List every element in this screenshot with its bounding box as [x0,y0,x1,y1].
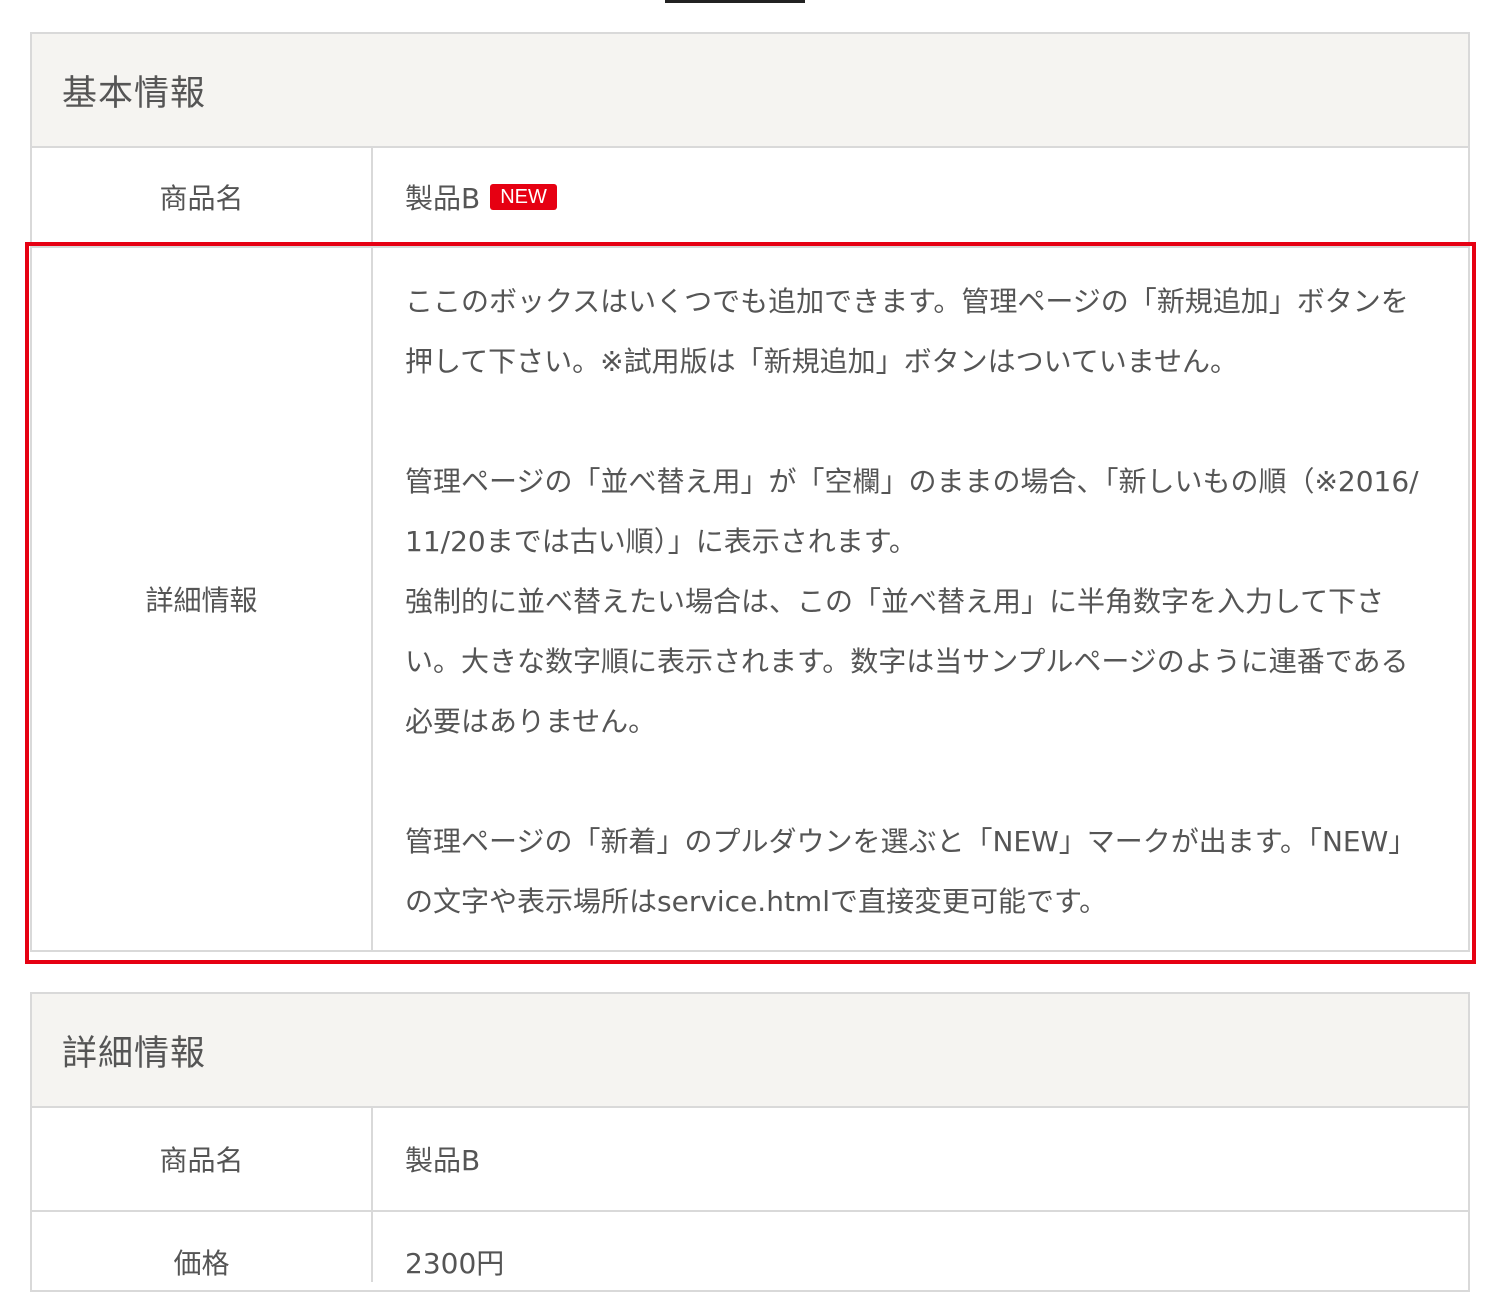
product-name-value: 製品B [405,1144,481,1177]
price-label: 価格 [173,1247,230,1280]
product-name-label: 商品名 [159,1144,244,1177]
new-badge: NEW [490,184,557,210]
detail-paragraph: ここのボックスはいくつでも追加できます。管理ページの「新規追加」ボタンを押して下… [405,285,1409,378]
product-name-row: 商品名 製品B [32,1108,1468,1212]
row-value: 2300円 [373,1212,1468,1282]
detail-row: 詳細情報 ここのボックスはいくつでも追加できます。管理ページの「新規追加」ボタン… [32,248,1468,950]
row-label: 詳細情報 [32,248,373,950]
detail-label: 詳細情報 [145,584,258,617]
basic-info-section: 基本情報 商品名 製品B NEW 詳細情報 ここのボックスはいくつでも追加できま… [30,32,1470,952]
row-label: 商品名 [32,1108,373,1210]
row-value: 製品B [373,1108,1468,1210]
section-title: 基本情報 [62,73,207,114]
detail-paragraph: 強制的に並べ替えたい場合は、この「並べ替え用」に半角数字を入力して下さい。大きな… [405,585,1409,738]
detail-paragraph: 管理ページの「並べ替え用」が「空欄」のままの場合、「新しいもの順（※2016/1… [405,465,1419,558]
top-underline-decoration [665,0,805,3]
price-value: 2300円 [405,1247,505,1280]
product-name-value: 製品B [405,182,481,215]
product-name-row: 商品名 製品B NEW [32,148,1468,248]
row-value: ここのボックスはいくつでも追加できます。管理ページの「新規追加」ボタンを押して下… [373,248,1468,950]
price-row: 価格 2300円 [32,1212,1468,1302]
row-label: 価格 [32,1212,373,1282]
detail-info-section: 詳細情報 商品名 製品B 価格 2300円 [30,992,1470,1292]
section-title: 詳細情報 [62,1033,207,1074]
product-name-label: 商品名 [159,182,244,215]
section-header: 基本情報 [32,34,1468,148]
detail-text: ここのボックスはいくつでも追加できます。管理ページの「新規追加」ボタンを押して下… [405,272,1428,932]
row-value: 製品B NEW [373,148,1468,246]
row-label: 商品名 [32,148,373,246]
section-header: 詳細情報 [32,994,1468,1108]
detail-paragraph: 管理ページの「新着」のプルダウンを選ぶと「NEW」マークが出ます。「NEW」の文… [405,825,1417,918]
